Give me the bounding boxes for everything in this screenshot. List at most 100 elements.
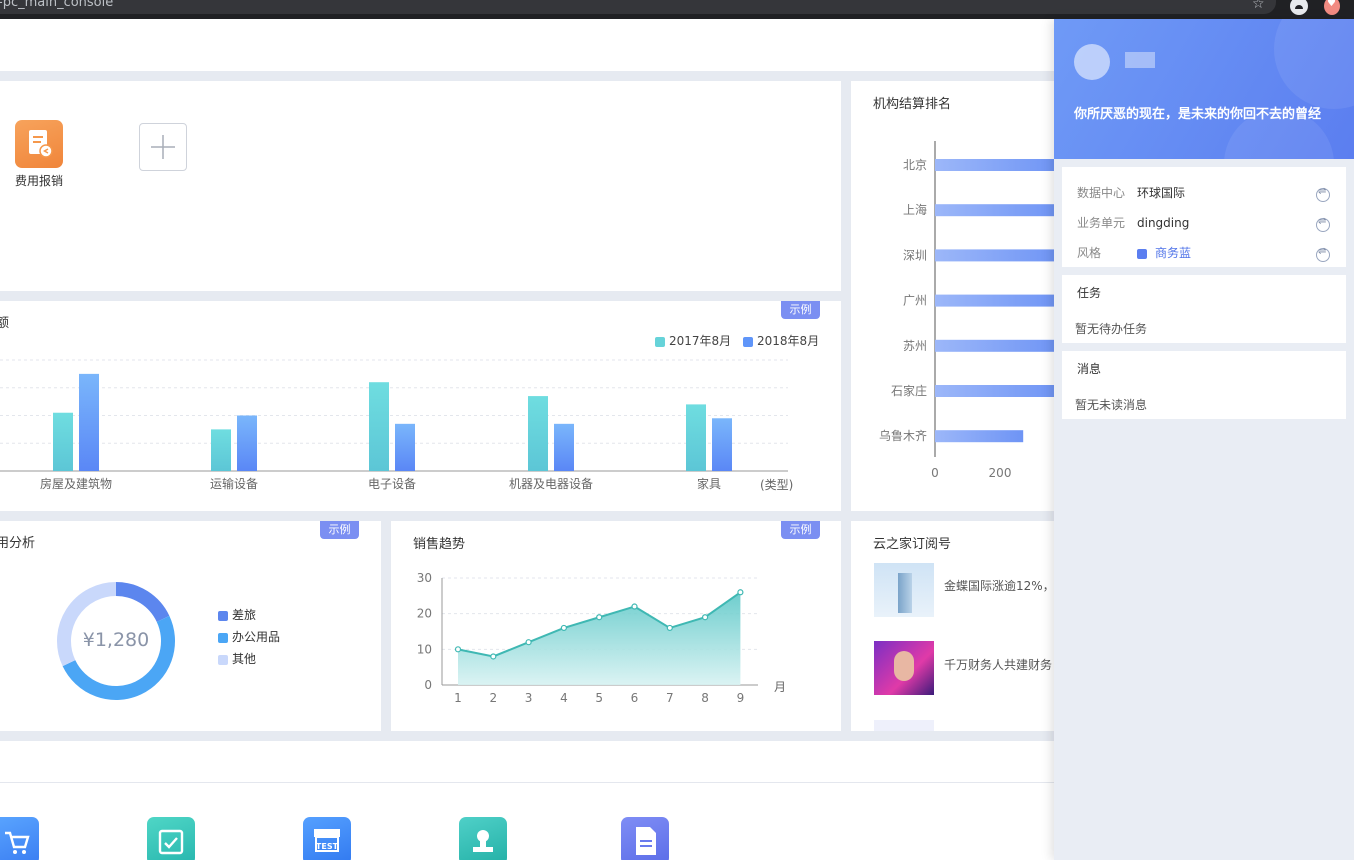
address-bar-text: -pc_main_console [0, 0, 114, 10]
settings-panel: 数据中心环球国际 业务单元 dingding 风格 商务蓝 [1062, 167, 1346, 267]
legend-label: 办公用品 [232, 630, 281, 644]
bar-2018 [237, 415, 257, 471]
x-tick-label: 4 [560, 691, 568, 705]
bar-2017 [211, 429, 231, 471]
quick-apps-card: 费用报销 [0, 81, 841, 291]
legend-item-office: 办公用品 [218, 626, 280, 648]
divider [0, 782, 1060, 783]
ranking-bar [935, 159, 1061, 171]
card-title: 云之家订阅号 [873, 537, 952, 552]
x-tick-label: 200 [989, 466, 1012, 480]
setting-label: 风格 [1077, 246, 1102, 260]
bar-2017 [528, 396, 548, 471]
switch-business-unit-icon[interactable] [1316, 216, 1330, 232]
user-motto: 你所厌恶的现在，是未来的你回不去的曾经 [1074, 107, 1322, 122]
ranking-bar [935, 249, 1061, 262]
legend-label: 其他 [232, 652, 257, 666]
switch-datacenter-icon[interactable] [1316, 186, 1330, 202]
data-point [525, 639, 532, 646]
address-bar[interactable]: -pc_main_console [0, 0, 1276, 14]
legend-item-other: 其他 [218, 648, 280, 670]
tasks-title: 任务 [1077, 286, 1102, 300]
messages-panel: 消息 暂无未读消息 [1062, 351, 1346, 419]
document-app-icon[interactable] [621, 817, 669, 860]
person-image [894, 651, 914, 681]
x-tick-label: 2 [489, 691, 497, 705]
expense-app-label[interactable]: 费用报销 [15, 172, 63, 189]
ranking-bar [935, 339, 1061, 352]
svg-text:TEST: TEST [316, 842, 339, 851]
sales-trend-card: 销售趋势 示例 0 10 20 30 1 2 3 4 5 6 7 8 9 月 [391, 521, 841, 731]
store-icon: TEST [314, 829, 340, 852]
y-tick-label: 30 [417, 571, 432, 585]
y-tick-label: 苏州 [903, 339, 927, 353]
x-tick-label: 房屋及建筑物 [40, 476, 112, 491]
x-tick-label: 9 [737, 691, 745, 705]
article-thumb[interactable] [874, 720, 934, 731]
setting-value: 环球国际 [1137, 186, 1186, 200]
test-store-app-icon[interactable]: TEST [303, 817, 351, 860]
article-title[interactable]: 金蝶国际涨逾12%， [944, 577, 1055, 594]
bar-2017 [53, 412, 73, 471]
donut-center-value: ¥1,280 [82, 629, 150, 651]
legend-label: 差旅 [232, 608, 257, 622]
article-thumb[interactable] [874, 563, 934, 617]
setting-value: dingding [1137, 216, 1190, 230]
article-title[interactable]: 千万财务人共建财务 [944, 656, 1052, 673]
article-thumb[interactable] [874, 641, 934, 695]
purchase-app-icon[interactable] [0, 817, 39, 860]
setting-label: 数据中心 [1077, 186, 1126, 200]
legend-item-travel: 差旅 [218, 604, 280, 626]
x-tick-label: 7 [666, 691, 674, 705]
account-icon[interactable] [1290, 0, 1308, 15]
stamp-icon [473, 830, 493, 852]
setting-value: 商务蓝 [1155, 246, 1192, 260]
expense-analysis-card: 用分析 示例 ¥1,280 差旅 办公用品 其他 [0, 521, 381, 731]
org-ranking-card: 机构结算排名 北京 上海 深圳 广州 苏州 石家庄 乌鲁木齐 0 200 [851, 81, 1061, 511]
asset-bar-chart-card: 额 示例 2017年8月 2018年8月 房屋及建筑物 运输设备 电子设备 机器及电器… [0, 301, 841, 511]
switch-style-icon[interactable] [1316, 246, 1330, 262]
bookmark-star-icon[interactable]: ☆ [1252, 0, 1265, 12]
page-header [0, 19, 1060, 71]
x-tick-label: 家具 [697, 476, 721, 491]
x-tick-label: 3 [525, 691, 533, 705]
data-point [596, 614, 603, 621]
subscription-card: 云之家订阅号 金蝶国际涨逾12%， 千万财务人共建财务 [851, 521, 1061, 731]
x-tick-label: 6 [631, 691, 639, 705]
receipt-icon [29, 130, 53, 158]
x-tick-label: 5 [595, 691, 603, 705]
tasks-empty-text: 暂无待办任务 [1075, 322, 1148, 336]
style-color-swatch [1137, 248, 1147, 259]
data-point [454, 646, 462, 653]
legend-swatch [218, 632, 228, 643]
expense-app-icon[interactable] [15, 120, 63, 168]
ranking-bar-chart: 北京上海深圳广州苏州石家庄乌鲁木齐 0 200 [879, 141, 1061, 480]
bar-chart: 房屋及建筑物 运输设备 电子设备 机器及电器设备 家具 [0, 359, 788, 491]
setting-row-business-unit: 业务单元 dingding [1077, 214, 1189, 231]
bar-2017 [686, 404, 706, 471]
building-image [898, 573, 912, 613]
donut-slice [57, 582, 117, 667]
tasks-panel: 任务 暂无待办任务 [1062, 275, 1346, 343]
bottom-apps-card: TEST [0, 741, 1060, 860]
y-tick-label: 0 [424, 678, 432, 692]
avatar[interactable] [1074, 44, 1110, 80]
add-app-button[interactable] [139, 123, 187, 171]
y-tick-label: 石家庄 [891, 383, 927, 398]
bar-2018 [554, 423, 574, 471]
bar-2018 [712, 418, 732, 471]
ranking-bar [935, 430, 1024, 443]
messages-empty-text: 暂无未读消息 [1075, 398, 1148, 412]
approval-app-icon[interactable] [147, 817, 195, 860]
donut-chart [57, 582, 175, 700]
legend-swatch [218, 654, 228, 665]
example-badge: 示例 [320, 521, 359, 539]
setting-label: 业务单元 [1077, 216, 1126, 230]
stamp-app-icon[interactable] [459, 817, 507, 860]
extension-icon[interactable] [1324, 0, 1340, 15]
bar-2017 [369, 382, 389, 471]
bar-2018 [79, 373, 99, 471]
document-icon [636, 827, 656, 855]
decor-bubble [1274, 19, 1354, 109]
setting-row-style: 风格 商务蓝 [1077, 244, 1191, 261]
